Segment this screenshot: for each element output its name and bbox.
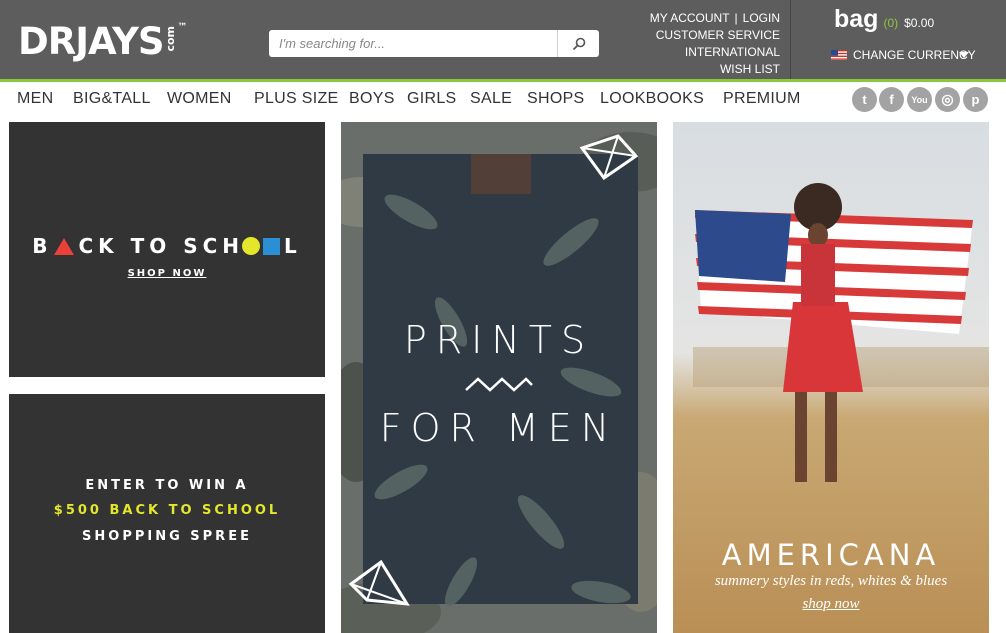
shopping-bag[interactable]: bag (0) $0.00 [834, 5, 934, 34]
logo-wordmark: DRJAYS [18, 20, 165, 63]
win-line-1: ENTER TO WIN A [85, 478, 249, 493]
title-part-l: L [284, 234, 302, 258]
nav-plus-size[interactable]: PLUS SIZE [254, 90, 339, 108]
twitter-icon[interactable]: t [852, 87, 877, 112]
back-to-school-tile[interactable]: B CK TO SCH L SHOP NOW [9, 122, 325, 377]
title-part-middle: CK TO SCH [78, 234, 245, 258]
diamond-outline-icon-bottom [348, 560, 410, 606]
diamond-outline-icon [579, 134, 639, 180]
nav-shops[interactable]: SHOPS [527, 90, 585, 108]
link-separator: | [734, 11, 738, 25]
yellow-circle-icon [242, 237, 261, 255]
bag-count: (0) [883, 16, 899, 30]
site-header: DRJAYS com ™ MY ACCOUNT | LOGIN CUSTOMER S… [0, 0, 1006, 79]
bag-total: $0.00 [904, 16, 935, 30]
drjays-logo[interactable]: DRJAYS com ™ [18, 22, 188, 62]
pinterest-icon[interactable]: p [963, 87, 988, 112]
us-flag-icon [831, 50, 847, 60]
logo-suffix: com [163, 26, 177, 52]
wish-list-link[interactable]: WISH LIST [720, 62, 780, 76]
account-links: MY ACCOUNT | LOGIN CUSTOMER SERVICE INTERN… [650, 10, 780, 78]
nav-lookbooks[interactable]: LOOKBOOKS [600, 90, 704, 108]
customer-service-link[interactable]: CUSTOMER SERVICE [656, 28, 780, 42]
zigzag-icon [465, 377, 533, 392]
nav-girls[interactable]: GIRLS [407, 90, 457, 108]
search-icon [572, 37, 585, 50]
youtube-icon[interactable]: You [907, 87, 932, 112]
bag-label: bag [834, 5, 879, 33]
instagram-icon[interactable]: ◎ [935, 87, 960, 112]
facebook-icon[interactable]: f [879, 87, 904, 112]
enter-to-win-tile[interactable]: ENTER TO WIN A $500 BACK TO SCHOOL SHOPP… [9, 394, 325, 633]
logo-trademark: ™ [177, 22, 188, 33]
shop-now-link[interactable]: SHOP NOW [128, 268, 207, 279]
my-account-link[interactable]: MY ACCOUNT [650, 11, 730, 25]
nav-women[interactable]: WOMEN [167, 90, 232, 108]
search-input[interactable] [269, 30, 557, 57]
nav-premium[interactable]: PREMIUM [723, 90, 801, 108]
international-link[interactable]: INTERNATIONAL [685, 45, 780, 59]
nav-boys[interactable]: BOYS [349, 90, 395, 108]
prints-for-men-tile[interactable]: PRINTS FOR MEN [341, 122, 657, 633]
chevron-down-icon[interactable] [959, 52, 969, 58]
prints-subtitle: FOR MEN [379, 406, 619, 450]
shop-now-link[interactable]: shop now [802, 596, 859, 612]
title-part-b: B [32, 234, 53, 258]
americana-subtitle: summery styles in reds, whites & blues [714, 573, 948, 589]
blue-square-icon [263, 237, 281, 255]
win-line-2: $500 BACK TO SCHOOL [53, 503, 281, 518]
search-bar [269, 30, 599, 57]
change-currency[interactable]: CHANGE CURRENCY [831, 48, 976, 62]
nav-big-tall[interactable]: BIG&TALL [73, 90, 151, 108]
header-divider [790, 0, 791, 79]
back-to-school-shop-now[interactable]: SHOP NOW [9, 268, 325, 279]
prints-title: PRINTS [403, 318, 595, 362]
search-button[interactable] [557, 30, 599, 57]
americana-shop-now[interactable]: shop now [673, 596, 989, 613]
red-triangle-icon [54, 237, 75, 255]
currency-label: CHANGE CURRENCY [853, 48, 976, 62]
americana-tile[interactable]: AMERICANA summery styles in reds, whites… [673, 122, 989, 633]
americana-title: AMERICANA [721, 538, 941, 572]
nav-sale[interactable]: SALE [470, 90, 512, 108]
back-to-school-title: B CK TO SCH L [9, 234, 325, 258]
login-link[interactable]: LOGIN [743, 11, 780, 25]
win-line-3: SHOPPING SPREE [82, 529, 252, 544]
nav-men[interactable]: MEN [17, 90, 53, 108]
